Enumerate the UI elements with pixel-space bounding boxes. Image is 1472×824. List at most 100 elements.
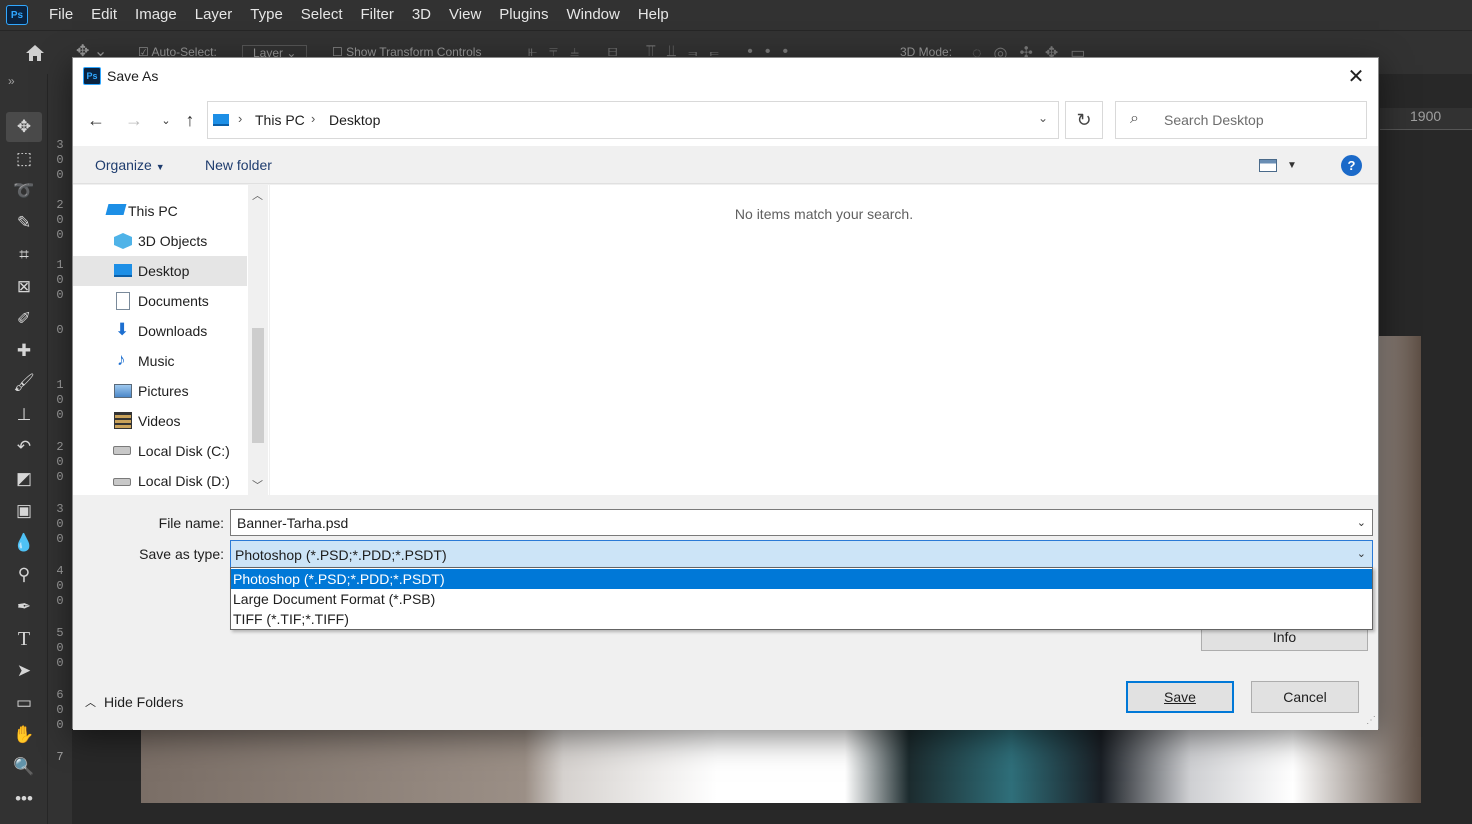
menu-layer[interactable]: Layer — [186, 0, 242, 30]
menu-help[interactable]: Help — [629, 0, 678, 30]
ruler-digit: 3 — [56, 502, 64, 516]
frame-tool-icon[interactable]: ⊠ — [10, 274, 38, 300]
type-option-tiff[interactable]: TIFF (*.TIF;*.TIFF) — [231, 609, 1372, 629]
type-option-psb[interactable]: Large Document Format (*.PSB) — [231, 589, 1372, 609]
type-tool-icon[interactable]: T — [10, 626, 38, 652]
chevron-down-icon[interactable]: ⌄ — [1357, 547, 1366, 560]
organize-button[interactable]: Organize ▼ — [95, 157, 165, 173]
nav-item-this-pc[interactable]: This PC — [73, 196, 245, 226]
healing-tool-icon[interactable]: ✚ — [10, 338, 38, 364]
close-button[interactable]: ✕ — [1334, 58, 1378, 94]
file-list-pane[interactable]: No items match your search. — [270, 185, 1378, 495]
breadcrumb-chevron-icon[interactable]: › — [238, 111, 242, 126]
new-folder-button[interactable]: New folder — [205, 157, 272, 173]
chevron-up-icon[interactable]: ︿ — [252, 187, 263, 203]
save-button[interactable]: Save — [1126, 681, 1234, 713]
nav-item-local-disk-c[interactable]: Local Disk (C:) — [73, 436, 245, 466]
breadcrumb-chevron-icon[interactable]: › — [311, 111, 315, 126]
menu-view[interactable]: View — [440, 0, 490, 30]
menu-type[interactable]: Type — [241, 0, 292, 30]
menu-filter[interactable]: Filter — [352, 0, 403, 30]
hand-tool-icon[interactable]: ✋ — [10, 722, 38, 748]
search-input[interactable] — [1164, 102, 1354, 138]
ruler-digit: 6 — [56, 688, 64, 702]
save-as-dialog: Ps Save As ✕ ← → ⌄ ↑ › This PC › Desktop… — [72, 57, 1379, 730]
menu-window[interactable]: Window — [557, 0, 628, 30]
chevron-down-icon[interactable]: ﹀ — [252, 477, 263, 493]
eyedropper-tool-icon[interactable]: ✐ — [10, 306, 38, 332]
menu-select[interactable]: Select — [292, 0, 352, 30]
cancel-button[interactable]: Cancel — [1251, 681, 1359, 713]
nav-item-local-disk-d[interactable]: Local Disk (D:) — [73, 466, 245, 496]
search-box[interactable]: ⌕ — [1115, 101, 1367, 139]
view-icon — [1259, 158, 1277, 172]
help-icon[interactable]: ? — [1341, 155, 1362, 176]
ruler-digit: 0 — [56, 718, 64, 732]
menu-3d[interactable]: 3D — [403, 0, 440, 30]
move-tool-icon[interactable]: ✥ — [10, 114, 38, 140]
nav-label: Documents — [138, 293, 209, 309]
ruler-digit: 0 — [56, 656, 64, 670]
home-icon[interactable] — [18, 39, 52, 67]
quick-select-tool-icon[interactable]: ✎ — [10, 210, 38, 236]
breadcrumb-this-pc[interactable]: This PC — [255, 112, 305, 128]
history-brush-tool-icon[interactable]: ↶ — [10, 434, 38, 460]
menu-edit[interactable]: Edit — [82, 0, 126, 30]
eraser-tool-icon[interactable]: ◩ — [10, 466, 38, 492]
menu-plugins[interactable]: Plugins — [490, 0, 557, 30]
address-dropdown-icon[interactable]: ⌄ — [1038, 111, 1048, 125]
up-arrow-icon[interactable]: ↑ — [177, 108, 203, 132]
pen-tool-icon[interactable]: ✒ — [10, 594, 38, 620]
scroll-thumb[interactable] — [252, 328, 264, 443]
resize-grip-icon[interactable]: ⋰ — [1366, 715, 1376, 726]
save-type-select[interactable]: Photoshop (*.PSD;*.PDD;*.PSDT) ⌄ — [230, 540, 1373, 568]
file-name-label: File name: — [158, 515, 224, 531]
hide-folders-button[interactable]: ︿ Hide Folders — [85, 692, 183, 712]
nav-item-music[interactable]: ♪ Music — [73, 346, 245, 376]
horizontal-ruler: 1900 — [1380, 108, 1472, 130]
nav-item-downloads[interactable]: ⬇ Downloads — [73, 316, 245, 346]
brush-tool-icon[interactable]: 🖌 — [10, 370, 38, 396]
empty-message: No items match your search. — [734, 206, 914, 222]
dialog-title: Save As — [107, 68, 159, 84]
refresh-button[interactable]: ↻ — [1065, 101, 1103, 139]
recent-locations-chevron-icon[interactable]: ⌄ — [153, 108, 179, 132]
nav-scrollbar[interactable]: ︿ ﹀ — [248, 185, 268, 495]
nav-item-desktop[interactable]: Desktop — [73, 256, 247, 286]
address-bar[interactable]: › This PC › Desktop ⌄ — [207, 101, 1059, 139]
more-tools-icon[interactable]: ••• — [10, 786, 38, 812]
file-name-field[interactable]: ⌄ — [230, 509, 1373, 536]
menu-image[interactable]: Image — [126, 0, 186, 30]
nav-item-3d-objects[interactable]: 3D Objects — [73, 226, 245, 256]
nav-item-documents[interactable]: Documents — [73, 286, 245, 316]
menu-file[interactable]: File — [40, 0, 82, 30]
chevron-down-icon[interactable]: ⌄ — [1357, 516, 1366, 529]
gradient-tool-icon[interactable]: ▣ — [10, 498, 38, 524]
photoshop-logo-icon: Ps — [6, 5, 28, 25]
rectangle-tool-icon[interactable]: ▭ — [10, 690, 38, 716]
command-bar: Organize ▼ New folder ▼ ? — [73, 146, 1378, 184]
marquee-tool-icon[interactable]: ⬚ — [10, 146, 38, 172]
back-arrow-icon[interactable]: ← — [83, 108, 109, 132]
breadcrumb-desktop[interactable]: Desktop — [329, 112, 380, 128]
path-select-tool-icon[interactable]: ➤ — [10, 658, 38, 684]
blur-tool-icon[interactable]: 💧 — [10, 530, 38, 556]
type-option-photoshop[interactable]: Photoshop (*.PSD;*.PDD;*.PSDT) — [231, 569, 1372, 589]
collapse-icon[interactable]: » — [8, 74, 15, 88]
music-icon: ♪ — [117, 350, 126, 369]
ruler-digit: 2 — [56, 198, 64, 212]
change-view-button[interactable]: ▼ — [1259, 155, 1307, 175]
nav-item-pictures[interactable]: Pictures — [73, 376, 245, 406]
nav-label: Videos — [138, 413, 181, 429]
forward-arrow-icon[interactable]: → — [121, 108, 147, 132]
nav-item-videos[interactable]: Videos — [73, 406, 245, 436]
video-icon — [114, 412, 132, 429]
file-name-input[interactable] — [237, 510, 1337, 535]
stamp-tool-icon[interactable]: ⊥ — [10, 402, 38, 428]
chevron-down-icon: ▼ — [1287, 159, 1297, 171]
chevron-up-icon: ︿ — [85, 697, 96, 709]
lasso-tool-icon[interactable]: ➰ — [10, 178, 38, 204]
zoom-tool-icon[interactable]: 🔍 — [10, 754, 38, 780]
dodge-tool-icon[interactable]: ⚲ — [10, 562, 38, 588]
crop-tool-icon[interactable]: ⌗ — [10, 242, 38, 268]
